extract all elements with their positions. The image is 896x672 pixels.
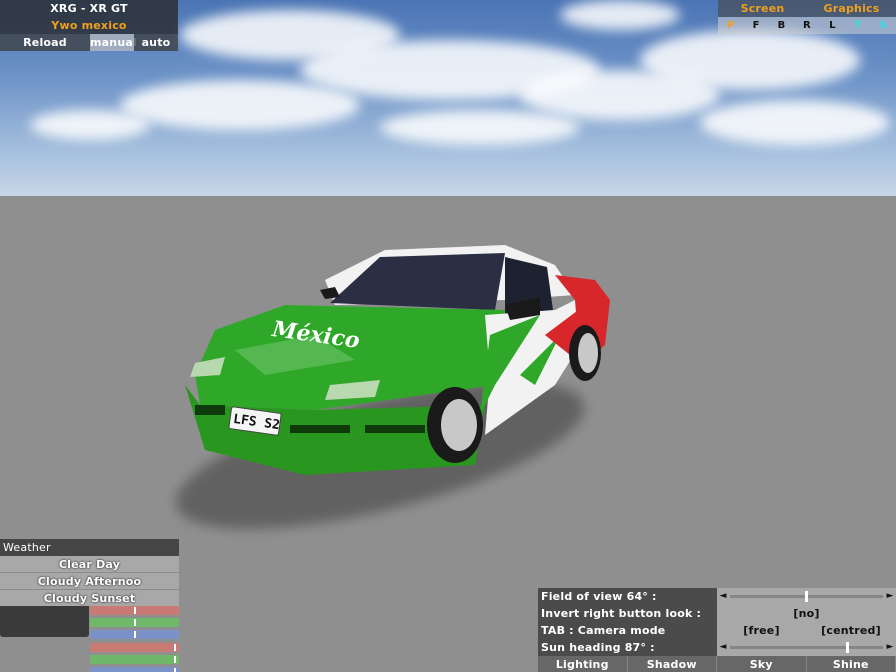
- light-color-slider-knob[interactable]: [174, 644, 177, 651]
- weather-panel: Weather Clear Day Cloudy Afternoo Cloudy…: [0, 539, 179, 607]
- camera-mode-centred[interactable]: [centred]: [806, 622, 896, 639]
- weather-option-cloudy-sunset[interactable]: Cloudy Sunset: [0, 590, 179, 607]
- fov-slider-knob[interactable]: [805, 591, 808, 602]
- skin-name[interactable]: Ywo mexico: [0, 17, 178, 34]
- tab-screen[interactable]: Screen: [718, 0, 807, 17]
- tab-sky[interactable]: Sky: [717, 656, 807, 672]
- fov-label: Field of view 64° :: [538, 588, 717, 605]
- light-color-slider-knob[interactable]: [174, 656, 177, 663]
- light-color-slider-knob[interactable]: [133, 607, 136, 614]
- view-s-button[interactable]: S: [870, 17, 896, 34]
- fov-left-arrow[interactable]: ◄: [717, 588, 729, 605]
- sun-heading-slider[interactable]: ◄ ►: [717, 639, 896, 656]
- light-color-slider-knob[interactable]: [133, 619, 136, 626]
- camera-panel: Field of view 64° : ◄ ► Invert right but…: [538, 588, 896, 672]
- car-panel: XRG - XR GT Ywo mexico Reload manual aut…: [0, 0, 178, 51]
- light-color-slider[interactable]: [90, 618, 179, 627]
- car-name: XRG - XR GT: [0, 0, 178, 17]
- tab-graphics[interactable]: Graphics: [807, 0, 896, 17]
- fov-slider[interactable]: ◄ ►: [717, 588, 896, 605]
- tab-lighting[interactable]: Lighting: [538, 656, 628, 672]
- view-b-button[interactable]: B: [768, 17, 795, 34]
- invert-look-toggle[interactable]: [no]: [717, 605, 896, 622]
- sun-right-arrow[interactable]: ►: [884, 639, 896, 656]
- view-l-button[interactable]: L: [819, 17, 846, 34]
- light-color-slider[interactable]: [90, 630, 179, 639]
- weather-option-clear-day[interactable]: Clear Day: [0, 556, 179, 573]
- manual-button[interactable]: manual: [90, 34, 137, 51]
- sun-left-arrow[interactable]: ◄: [717, 639, 729, 656]
- view-f-button[interactable]: F: [743, 17, 769, 34]
- view-r-button[interactable]: R: [794, 17, 820, 34]
- camera-mode-label: TAB : Camera mode: [538, 622, 717, 639]
- camera-mode-free[interactable]: [free]: [717, 622, 806, 639]
- view-panel: Screen Graphics P F B R L T S: [718, 0, 896, 34]
- light-color-slider[interactable]: [90, 655, 179, 664]
- invert-look-label: Invert right button look :: [538, 605, 717, 622]
- light-color-slider-knob[interactable]: [133, 631, 136, 638]
- view-p-button[interactable]: P: [718, 17, 744, 34]
- view-t-button[interactable]: T: [845, 17, 871, 34]
- auto-button[interactable]: auto: [134, 34, 178, 51]
- light-color-slider[interactable]: [90, 643, 179, 652]
- car-model: [185, 245, 610, 475]
- tab-shadow[interactable]: Shadow: [627, 656, 717, 672]
- light-color-sliders: [90, 606, 179, 672]
- weather-title: Weather: [0, 539, 179, 556]
- fov-right-arrow[interactable]: ►: [884, 588, 896, 605]
- weather-option-cloudy-afternoon[interactable]: Cloudy Afternoo: [0, 573, 179, 590]
- light-color-slider[interactable]: [90, 667, 179, 672]
- light-color-slider-knob[interactable]: [174, 668, 177, 672]
- light-color-swatch: [0, 606, 89, 637]
- sun-heading-label: Sun heading 87° :: [538, 639, 717, 656]
- light-color-slider[interactable]: [90, 606, 179, 615]
- reload-button[interactable]: Reload: [0, 34, 90, 51]
- tab-shine[interactable]: Shine: [806, 656, 896, 672]
- sun-slider-knob[interactable]: [845, 642, 849, 653]
